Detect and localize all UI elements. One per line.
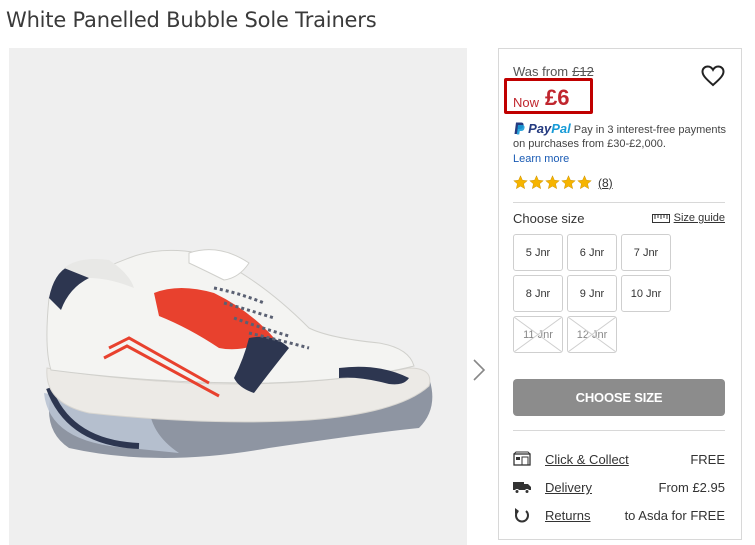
delivery-option-price: From £2.95 <box>658 480 725 495</box>
delivery-row: Returns to Asda for FREE <box>513 507 725 535</box>
delivery-option-link[interactable]: Returns <box>545 508 591 523</box>
star-icon <box>561 175 576 190</box>
divider <box>513 202 725 203</box>
size-option[interactable]: 6 Jnr <box>567 234 617 271</box>
product-image[interactable] <box>9 48 467 545</box>
star-icon <box>529 175 544 190</box>
return-icon <box>515 508 529 523</box>
size-header: Choose size Size guide <box>513 211 725 226</box>
size-option[interactable]: 5 Jnr <box>513 234 563 271</box>
ruler-icon <box>651 213 670 223</box>
paypal-wordmark: PayPal <box>528 121 571 136</box>
paypal-wordmark-pay: Pay <box>528 121 552 136</box>
next-image-chevron-icon[interactable] <box>470 357 488 383</box>
was-price-label: Was from <box>513 64 569 79</box>
delivery-option-price: to Asda for FREE <box>624 508 725 523</box>
rating-stars <box>513 175 592 190</box>
delivery-row: Click & Collect FREE <box>513 451 725 479</box>
delivery-option-price: FREE <box>690 452 725 467</box>
divider <box>513 430 725 431</box>
unavailable-cross-icon <box>568 317 616 352</box>
size-option[interactable]: 11 Jnr <box>513 316 563 353</box>
unavailable-cross-icon <box>514 317 562 352</box>
truck-icon <box>513 482 531 494</box>
size-option-label: 10 Jnr <box>630 287 662 300</box>
delivery-row: Delivery From £2.95 <box>513 479 725 507</box>
now-price-label: Now <box>513 95 540 110</box>
size-option[interactable]: 7 Jnr <box>621 234 671 271</box>
was-price-value: £12 <box>572 64 594 79</box>
size-heading: Choose size <box>513 211 585 226</box>
size-option-label: 7 Jnr <box>633 246 659 259</box>
size-option[interactable]: 10 Jnr <box>621 275 671 312</box>
size-guide-link[interactable]: Size guide <box>651 212 725 224</box>
paypal-wordmark-pal: Pal <box>551 121 571 136</box>
size-option[interactable]: 8 Jnr <box>513 275 563 312</box>
size-option[interactable]: 12 Jnr <box>567 316 617 353</box>
delivery-option-link[interactable]: Click & Collect <box>545 452 629 467</box>
wishlist-heart-icon[interactable] <box>701 65 725 87</box>
choose-size-button[interactable]: CHOOSE SIZE <box>513 379 725 416</box>
star-icon <box>545 175 560 190</box>
size-option-label: 8 Jnr <box>525 287 551 300</box>
paypal-message: PayPal Pay in 3 interest-free payments o… <box>513 122 737 166</box>
paypal-learn-more-link[interactable]: Learn more <box>513 152 737 166</box>
delivery-option-link[interactable]: Delivery <box>545 480 592 495</box>
star-icon <box>577 175 592 190</box>
buy-box: Was from £12 Now £6 PayPal Pay in 3 inter… <box>498 48 742 540</box>
size-options: 5 Jnr 6 Jnr 7 Jnr 8 Jnr 9 Jnr 10 Jnr 11 Jnr12 … <box>513 234 673 353</box>
star-icon <box>513 175 528 190</box>
paypal-logo-icon <box>514 122 525 135</box>
was-price: Was from £12 <box>513 64 594 79</box>
size-option[interactable]: 9 Jnr <box>567 275 617 312</box>
size-guide-label: Size guide <box>673 212 725 224</box>
size-option-label: 6 Jnr <box>579 246 605 259</box>
delivery-options: Click & Collect FREE Delivery From £2.95 Ret… <box>513 451 725 535</box>
review-count[interactable]: (8) <box>598 176 613 190</box>
product-title: White Panelled Bubble Sole Trainers <box>6 8 377 32</box>
rating[interactable]: (8) <box>513 175 613 190</box>
now-price-value: £6 <box>545 85 570 110</box>
size-option-label: 9 Jnr <box>579 287 605 300</box>
trainer-photo <box>44 249 433 458</box>
size-option-label: 5 Jnr <box>525 246 551 259</box>
store-icon <box>513 451 531 466</box>
